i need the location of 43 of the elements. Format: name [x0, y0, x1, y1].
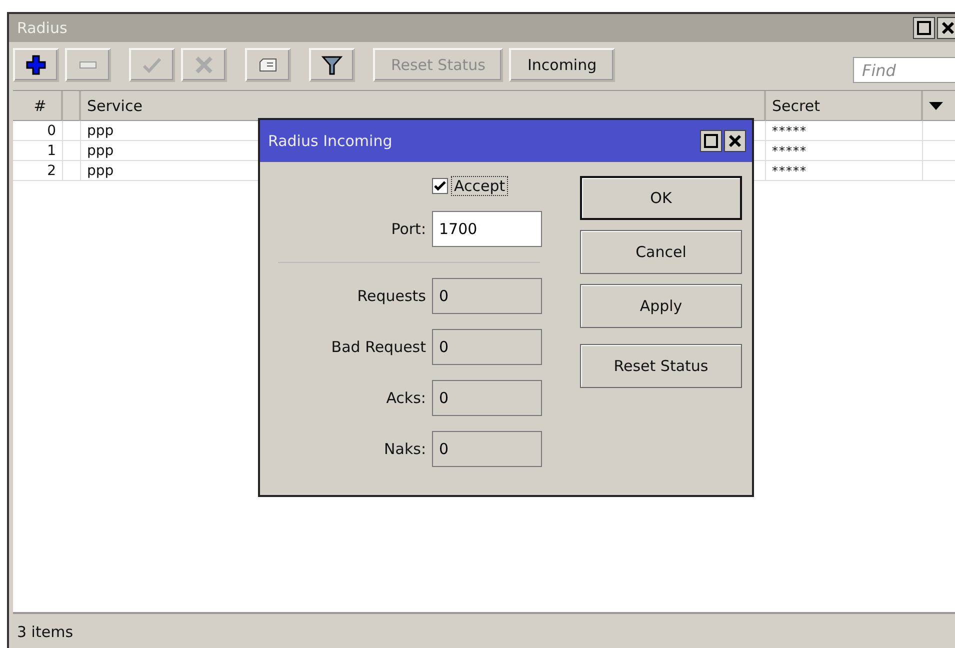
- find-field[interactable]: Find: [853, 57, 955, 83]
- table-cell: 0: [13, 121, 63, 141]
- filter-button[interactable]: [309, 48, 355, 82]
- table-cell: [63, 121, 81, 141]
- table-cell: 1: [13, 141, 63, 161]
- close-icon[interactable]: [724, 130, 746, 152]
- dialog-button[interactable]: OK: [580, 176, 742, 220]
- column-header[interactable]: #: [13, 91, 63, 121]
- maximize-icon[interactable]: [913, 17, 935, 39]
- dialog-button[interactable]: Reset Status: [580, 344, 742, 388]
- table-cell: *****: [766, 121, 923, 141]
- maximize-icon[interactable]: [700, 130, 722, 152]
- dialog-button[interactable]: Apply: [580, 284, 742, 328]
- plus-icon: [25, 54, 47, 76]
- close-icon[interactable]: [937, 17, 955, 39]
- dialog-button[interactable]: Cancel: [580, 230, 742, 274]
- table-cell: 2: [13, 161, 63, 181]
- cross-icon: [193, 54, 215, 76]
- comment-button[interactable]: [245, 48, 291, 82]
- field-label: Port:: [390, 220, 426, 238]
- column-menu-button[interactable]: [923, 91, 955, 121]
- readonly-field[interactable]: 0: [432, 329, 542, 365]
- readonly-field[interactable]: 0: [432, 278, 542, 314]
- field-label: Bad Request: [330, 338, 426, 356]
- column-header[interactable]: Secret: [766, 91, 923, 121]
- field-label: Naks:: [383, 440, 426, 458]
- item-count: 3 items: [17, 623, 74, 641]
- filter-icon: [321, 54, 343, 76]
- dropdown-icon: [929, 102, 943, 110]
- add-button[interactable]: [13, 48, 59, 82]
- port-field[interactable]: 1700: [432, 211, 542, 247]
- readonly-field[interactable]: 0: [432, 431, 542, 467]
- readonly-field[interactable]: 0: [432, 380, 542, 416]
- window-title: Radius: [17, 19, 68, 37]
- table-cell: *****: [766, 161, 923, 181]
- column-header[interactable]: Service: [81, 91, 766, 121]
- field-label: Acks:: [385, 389, 426, 407]
- field-label: Requests: [356, 287, 426, 305]
- table-cell: [63, 141, 81, 161]
- table-cell: *****: [766, 141, 923, 161]
- table-cell: [63, 161, 81, 181]
- checkbox[interactable]: [432, 178, 448, 194]
- toolbar-button[interactable]: Incoming: [509, 48, 615, 82]
